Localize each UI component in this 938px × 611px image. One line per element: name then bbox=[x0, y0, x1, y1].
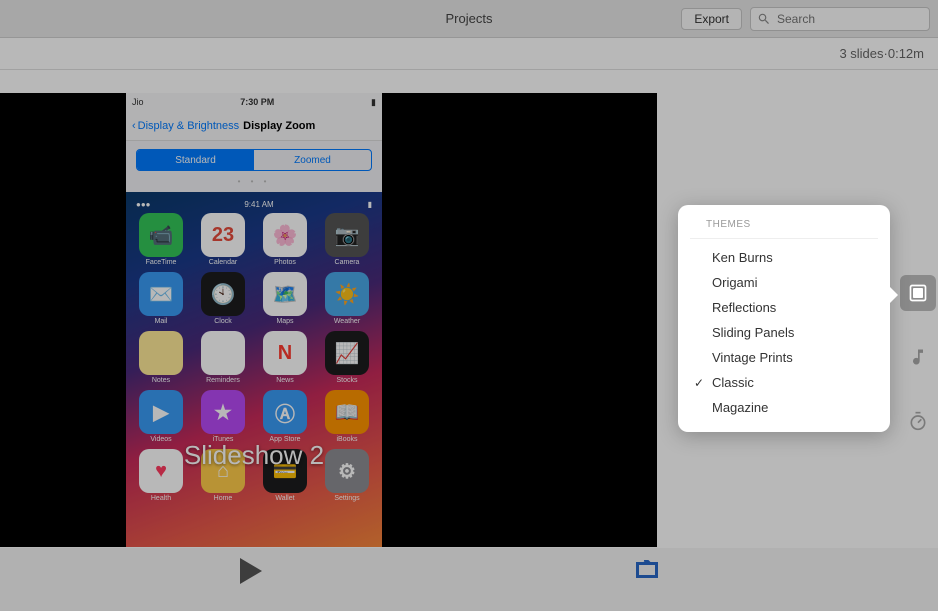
toolbar: Projects Export bbox=[0, 0, 938, 38]
checkmark-icon: ✓ bbox=[694, 376, 712, 390]
playback-controls bbox=[0, 548, 938, 611]
segmented-control: Standard Zoomed bbox=[136, 149, 372, 171]
app-icon: 📹FaceTime bbox=[132, 213, 190, 266]
back-button: ‹ Display & Brightness bbox=[132, 120, 239, 132]
duration-tool-button[interactable] bbox=[900, 403, 936, 439]
home-time: 9:41 AM bbox=[244, 200, 273, 209]
theme-item[interactable]: Reflections bbox=[678, 295, 890, 320]
toolbar-title: Projects bbox=[446, 11, 493, 26]
theme-item[interactable]: Ken Burns bbox=[678, 245, 890, 270]
chevron-left-icon: ‹ bbox=[132, 120, 136, 132]
nav-title: Display Zoom bbox=[243, 120, 315, 132]
app-icon: 📷Camera bbox=[318, 213, 376, 266]
search-icon bbox=[757, 12, 771, 26]
app-icon: 🌸Photos bbox=[256, 213, 314, 266]
slides-count: 3 slides bbox=[839, 46, 883, 61]
home-screen: ●●● 9:41 AM ▮ 📹FaceTime23Calendar🌸Photos… bbox=[126, 192, 382, 547]
theme-item[interactable]: Vintage Prints bbox=[678, 345, 890, 370]
app-icon: ☀️Weather bbox=[318, 272, 376, 325]
app-icon: 🕙Clock bbox=[194, 272, 252, 325]
status-time: 7:30 PM bbox=[240, 97, 274, 107]
home-battery: ▮ bbox=[368, 200, 372, 209]
app-icon: NNews bbox=[256, 331, 314, 384]
app-icon: Reminders bbox=[194, 331, 252, 384]
theme-item[interactable]: Origami bbox=[678, 270, 890, 295]
theme-label: Ken Burns bbox=[712, 250, 773, 265]
themes-popover: THEMES Ken Burns Origami Reflections Slidin… bbox=[678, 205, 890, 432]
duration: 0:12m bbox=[888, 46, 924, 61]
app-icon: ★iTunes bbox=[194, 390, 252, 443]
seg-zoomed: Zoomed bbox=[254, 150, 371, 170]
themes-header: THEMES bbox=[690, 219, 878, 239]
page-dots: • • • bbox=[126, 177, 382, 186]
theme-item[interactable]: Magazine bbox=[678, 395, 890, 420]
theme-label: Origami bbox=[712, 275, 758, 290]
music-tool-button[interactable] bbox=[900, 339, 936, 375]
theme-item[interactable]: ✓Classic bbox=[678, 370, 890, 395]
play-button[interactable] bbox=[240, 558, 262, 589]
app-icon: 📖iBooks bbox=[318, 390, 376, 443]
theme-label: Reflections bbox=[712, 300, 776, 315]
slideshow-preview: Jio 7:30 PM ▮ ‹ Display & Brightness Dis… bbox=[0, 93, 657, 547]
search-field-wrap bbox=[750, 7, 930, 31]
app-icon: 🗺️Maps bbox=[256, 272, 314, 325]
battery-icon: ▮ bbox=[371, 97, 376, 108]
back-label: Display & Brightness bbox=[138, 120, 240, 132]
theme-label: Classic bbox=[712, 375, 754, 390]
app-icon: 📈Stocks bbox=[318, 331, 376, 384]
theme-label: Vintage Prints bbox=[712, 350, 793, 365]
app-icon: ✉️Mail bbox=[132, 272, 190, 325]
carrier-label: Jio bbox=[132, 97, 144, 107]
theme-label: Sliding Panels bbox=[712, 325, 794, 340]
info-bar: 3 slides · 0:12m bbox=[0, 38, 938, 70]
search-input[interactable] bbox=[750, 7, 930, 31]
theme-item[interactable]: Sliding Panels bbox=[678, 320, 890, 345]
side-toolbar bbox=[898, 275, 938, 439]
themes-tool-button[interactable] bbox=[900, 275, 936, 311]
app-icon: 23Calendar bbox=[194, 213, 252, 266]
seg-standard: Standard bbox=[137, 150, 254, 170]
app-icon: ⒶApp Store bbox=[256, 390, 314, 443]
phone-mockup: Jio 7:30 PM ▮ ‹ Display & Brightness Dis… bbox=[126, 93, 382, 547]
home-carrier: ●●● bbox=[136, 200, 151, 209]
app-icon: ▶Videos bbox=[132, 390, 190, 443]
present-button[interactable] bbox=[636, 560, 658, 583]
export-button[interactable]: Export bbox=[681, 8, 742, 30]
theme-label: Magazine bbox=[712, 400, 768, 415]
slideshow-title: Slideshow 2 bbox=[126, 440, 382, 471]
app-icon: Notes bbox=[132, 331, 190, 384]
